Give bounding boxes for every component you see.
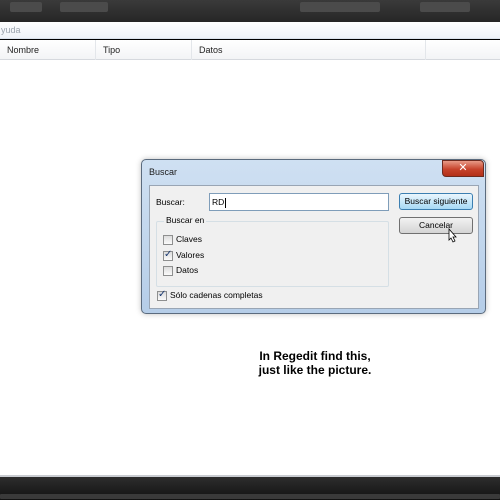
- look-at-group: Buscar en Claves ✓ Valores Datos: [156, 215, 389, 287]
- column-header-data[interactable]: Datos: [192, 40, 426, 60]
- dialog-body: Buscar: RD Buscar en Claves ✓ Valores Da…: [149, 185, 479, 309]
- column-header-name[interactable]: Nombre: [0, 40, 96, 60]
- find-what-input[interactable]: RD: [209, 193, 389, 211]
- caption-line-2: just like the picture.: [258, 363, 372, 377]
- blurred-title-segment: [420, 2, 470, 12]
- column-header-row: Nombre Tipo Datos: [0, 40, 500, 60]
- checkmark-icon: ✓: [158, 289, 167, 300]
- find-next-button[interactable]: Buscar siguiente: [399, 193, 473, 210]
- checkmark-icon: ✓: [164, 249, 173, 260]
- blurred-title-segment: [10, 2, 42, 12]
- text-caret: [225, 197, 227, 208]
- keys-label: Claves: [176, 234, 202, 244]
- taskbar-strip: [0, 494, 500, 499]
- look-at-group-title: Buscar en: [164, 215, 207, 225]
- values-checkbox[interactable]: ✓: [163, 249, 173, 261]
- find-what-value: RD: [212, 197, 225, 207]
- column-header-type[interactable]: Tipo: [96, 40, 192, 60]
- background-window-titlebar: [0, 0, 500, 22]
- caption-line-1: In Regedit find this,: [259, 349, 371, 363]
- dialog-title: Buscar: [149, 167, 178, 177]
- menu-bar: yuda: [0, 22, 500, 39]
- blurred-title-segment: [300, 2, 380, 12]
- cancel-button[interactable]: Cancelar: [399, 217, 473, 234]
- data-checkbox[interactable]: [163, 266, 173, 276]
- close-button[interactable]: ✕: [442, 160, 484, 177]
- whole-string-label: Sólo cadenas completas: [170, 290, 263, 300]
- data-label: Datos: [176, 265, 199, 275]
- keys-checkbox[interactable]: [163, 235, 173, 245]
- blurred-title-segment: [60, 2, 108, 12]
- taskbar: [0, 477, 500, 500]
- values-label: Valores: [176, 250, 205, 260]
- close-icon: ✕: [458, 162, 468, 174]
- find-dialog: Buscar ✕ Buscar: RD Buscar en Claves ✓ V…: [141, 159, 486, 314]
- menu-item-help[interactable]: yuda: [1, 25, 21, 35]
- tutorial-caption: In Regedit find this, just like the pict…: [230, 349, 400, 377]
- whole-string-checkbox[interactable]: ✓: [157, 289, 167, 301]
- find-label: Buscar:: [156, 197, 185, 207]
